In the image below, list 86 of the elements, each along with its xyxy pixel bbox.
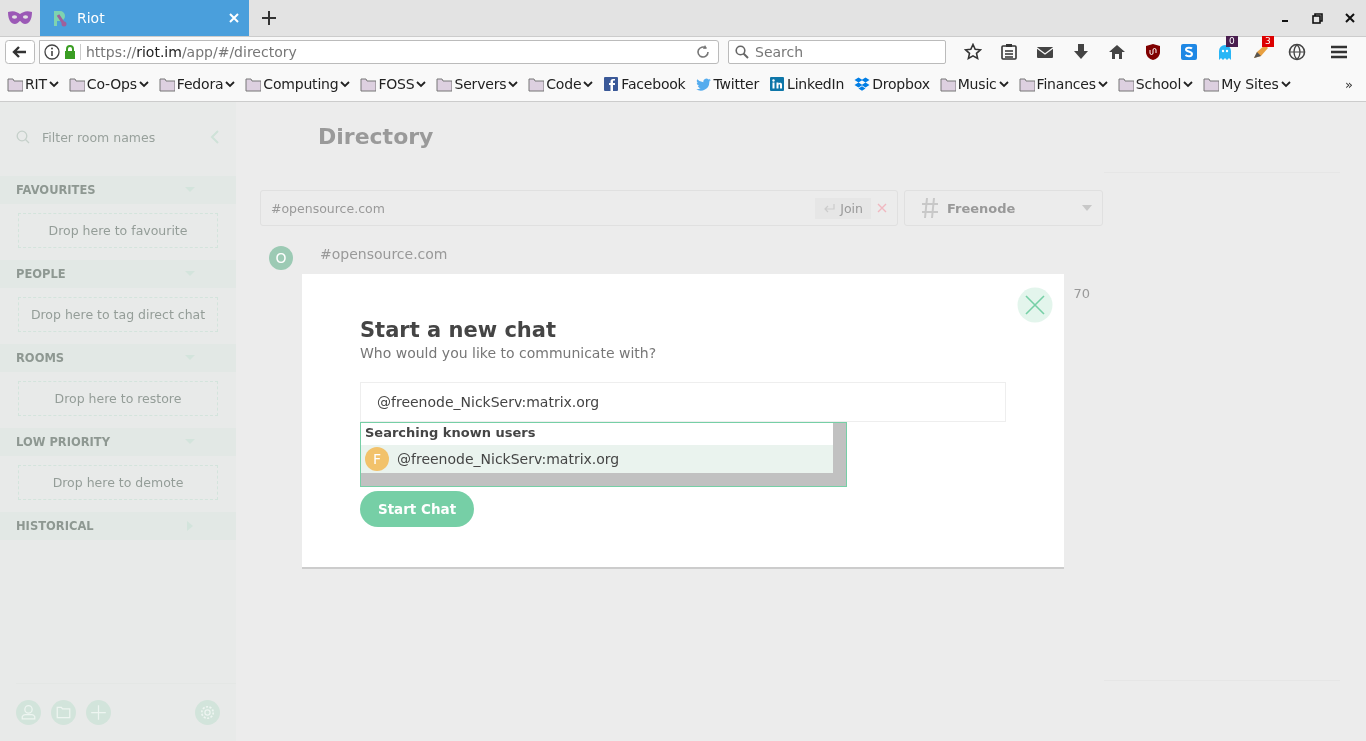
filter-field[interactable]: Filter room names [40, 128, 200, 146]
chevron-down-icon [1097, 80, 1108, 88]
lock-icon [64, 45, 76, 59]
bookmark-item[interactable]: Code [528, 76, 594, 92]
room-avatar: O [269, 246, 293, 270]
hash-icon [921, 197, 939, 219]
chevron-down-icon [1280, 80, 1291, 88]
chevron-down-icon [416, 80, 427, 88]
scrollbar[interactable] [833, 423, 846, 486]
bookmark-item[interactable]: Servers [436, 76, 519, 92]
riot-logo-icon [52, 9, 68, 27]
drop-zone: Drop here to tag direct chat [18, 297, 218, 332]
facebook-icon [603, 76, 620, 92]
bookmark-item[interactable]: Facebook [603, 76, 686, 92]
chevron-down-icon [48, 80, 59, 88]
restore-icon[interactable] [1312, 12, 1323, 24]
search-field[interactable]: Search [728, 40, 946, 64]
bookmark-item[interactable]: Dropbox [854, 76, 930, 92]
download-icon[interactable] [1072, 43, 1090, 61]
folder-icon [436, 76, 453, 92]
bookmark-item[interactable]: Finances [1018, 76, 1108, 92]
page-title: Directory [317, 123, 435, 151]
tab-title: Riot [77, 10, 106, 26]
address-field[interactable]: https://riot.im/app/#/directory [39, 40, 719, 64]
chevron-down-icon [340, 80, 351, 88]
ghost-icon[interactable] [1216, 43, 1234, 61]
folder-icon [528, 76, 545, 92]
scrollbar[interactable] [361, 473, 833, 486]
bookmark-item[interactable]: School [1117, 76, 1194, 92]
return-icon [823, 203, 836, 213]
caret-icon [1082, 205, 1092, 211]
folder-icon [245, 76, 262, 92]
bookmark-item[interactable]: Music [939, 76, 1009, 92]
bird-icon [695, 76, 712, 92]
overflow-button[interactable]: » [1345, 76, 1359, 92]
search-icon [735, 45, 749, 59]
badge: 0 [1226, 36, 1238, 47]
reload-icon[interactable] [696, 45, 710, 59]
new-tab-icon[interactable] [262, 11, 276, 25]
dropbox-icon [854, 76, 871, 92]
drop-zone: Drop here to restore [18, 381, 218, 416]
linkedin-icon [769, 76, 786, 92]
user-avatar: F [365, 446, 389, 471]
folder-icon [360, 76, 377, 92]
s-tile-icon[interactable] [1180, 43, 1198, 61]
bookmark-item[interactable]: Computing [245, 76, 351, 92]
back-icon[interactable] [5, 40, 35, 64]
bookmark-item[interactable]: Fedora [158, 76, 236, 92]
bookmark-item[interactable]: Twitter [695, 76, 760, 92]
star-icon[interactable] [964, 43, 982, 61]
reading-list-icon[interactable] [1000, 43, 1018, 61]
user-id-field[interactable]: @freenode_NickServ:matrix.org [360, 382, 1006, 422]
folder-icon [939, 76, 956, 92]
info-icon [44, 44, 60, 60]
bookmark-item[interactable]: My Sites [1203, 76, 1291, 92]
globe-icon[interactable] [1288, 43, 1306, 61]
dialog-subtitle: Who would you like to communicate with? [360, 345, 658, 361]
close-icon[interactable] [1345, 13, 1355, 23]
drop-zone: Drop here to demote [18, 465, 218, 500]
chevron-down-icon [1183, 80, 1194, 88]
badge: 3 [1262, 36, 1274, 47]
folder-icon [1203, 76, 1220, 92]
bookmark-item[interactable]: FOSS [360, 76, 427, 92]
folder-icon [1117, 76, 1134, 92]
chevron-down-icon [225, 80, 236, 88]
bookmark-item[interactable]: RIT [7, 76, 59, 92]
chevron-down-icon [138, 80, 149, 88]
user-suggestion[interactable]: F @freenode_NickServ:matrix.org [361, 444, 833, 474]
shield-icon[interactable] [1144, 43, 1162, 61]
search-icon [16, 130, 30, 144]
folder-icon [68, 76, 85, 92]
folder-icon [1018, 76, 1035, 92]
mask-icon [7, 9, 33, 27]
home-icon[interactable] [1108, 43, 1126, 61]
folder-icon [7, 76, 23, 92]
drop-zone: Drop here to favourite [18, 213, 218, 248]
dialog-title: Start a new chat [360, 318, 558, 342]
list-heading: Searching known users [364, 424, 537, 442]
bookmark-item[interactable]: Co-Ops [68, 76, 149, 92]
chevron-down-icon [998, 80, 1009, 88]
menu-icon[interactable] [1330, 43, 1348, 61]
member-count: 70 [1073, 286, 1090, 301]
bookmark-item[interactable]: LinkedIn [769, 76, 845, 92]
chevron-down-icon [583, 80, 594, 88]
folder-icon [158, 76, 175, 92]
chevron-down-icon [508, 80, 519, 88]
